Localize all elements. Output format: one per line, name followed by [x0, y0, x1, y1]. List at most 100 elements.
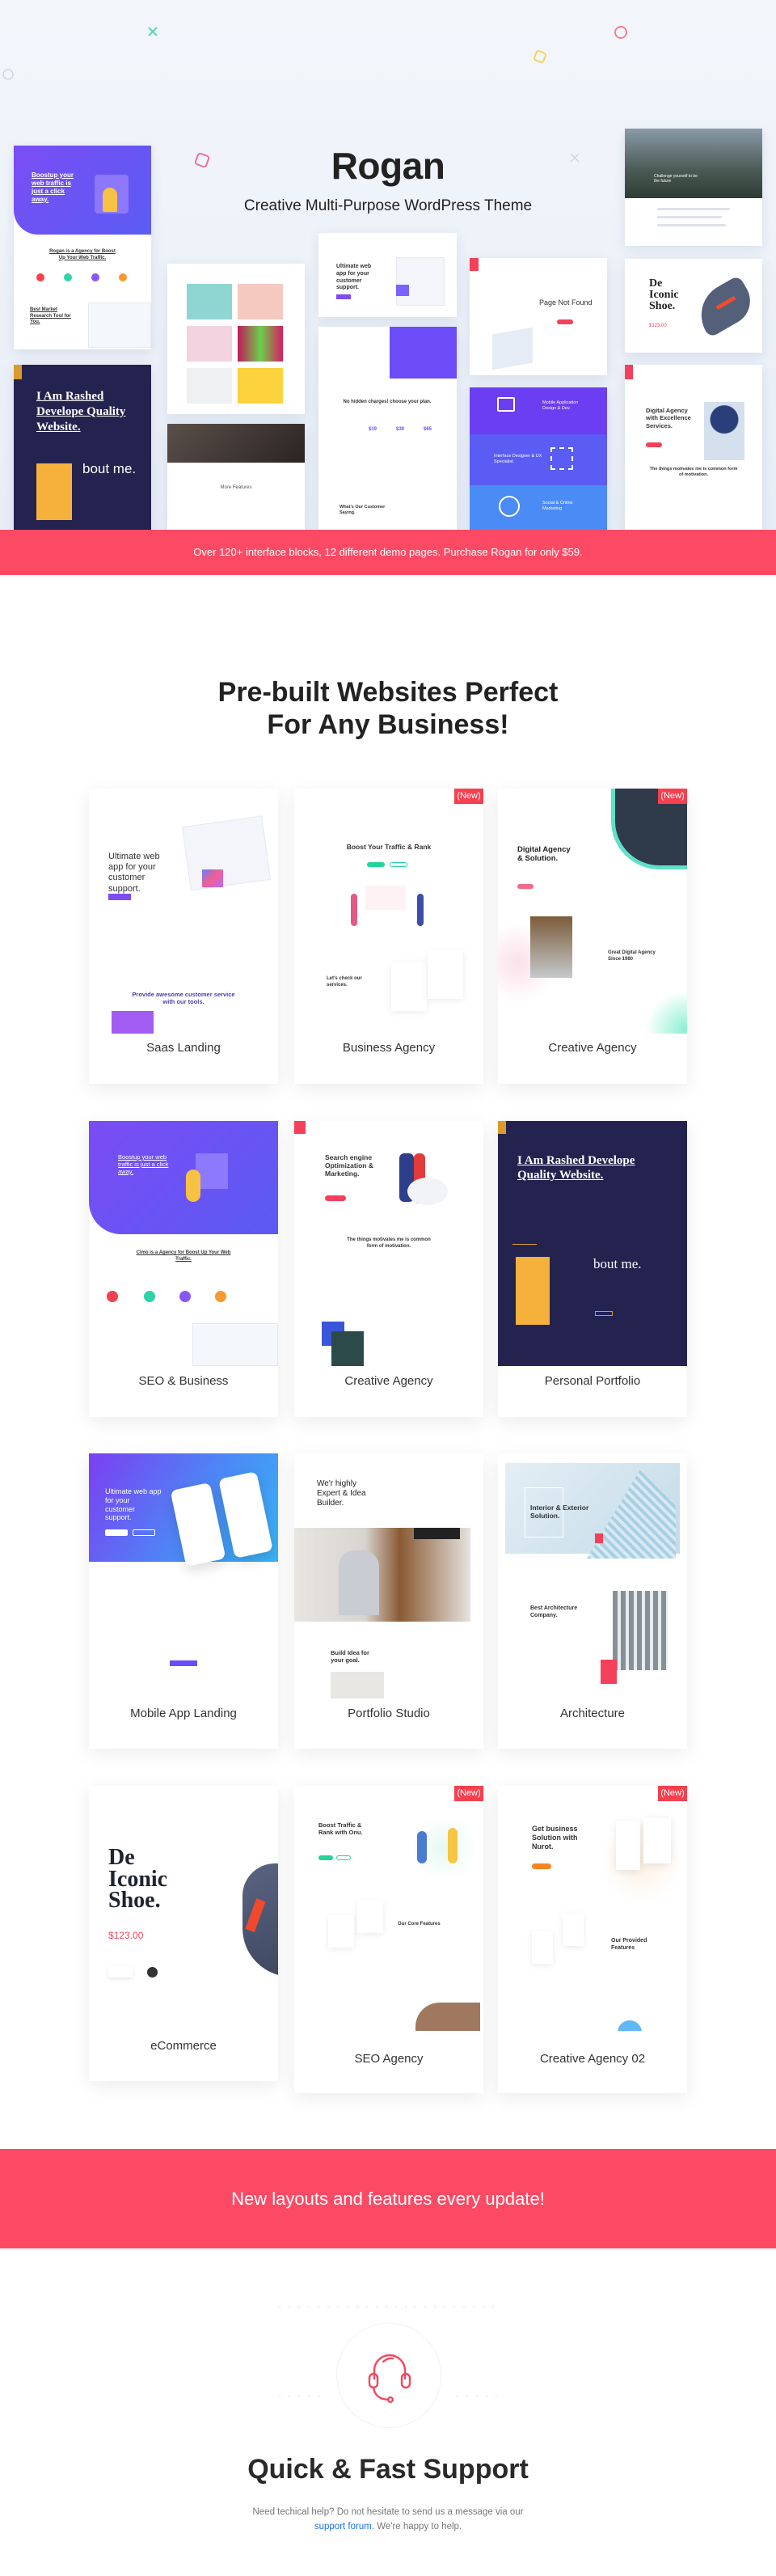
thumbnail-graphic: [112, 1011, 154, 1034]
section-title: Pre-built Websites Perfect For Any Busin…: [0, 676, 776, 741]
thumbnail-graphic: [391, 962, 427, 1011]
thumbnail-graphic: [325, 1195, 346, 1201]
thumbnail-graphic: [532, 1863, 551, 1869]
thumbnail-graphic: [318, 1855, 333, 1860]
thumbnail-graphic: [147, 1967, 158, 1977]
preview-gallery: [167, 264, 305, 414]
demo-label[interactable]: SEO & Business: [89, 1374, 278, 1388]
preview-seo-business: Boostup your web traffic is just a click…: [14, 146, 151, 349]
thumbnail-subheadline: bout me.: [593, 1256, 642, 1271]
thumbnail-graphic: [563, 1914, 584, 1946]
demo-thumbnail[interactable]: Digital Agency & Solution. Great Digital …: [498, 789, 687, 1034]
new-badge: (New): [658, 789, 687, 804]
thumbnail-headline: I Am Rashed Develope Quality Website.: [517, 1154, 635, 1182]
dots-decoration: [275, 2306, 501, 2307]
demo-thumbnail[interactable]: Boost Traffic & Rank with Onu. Our Core F…: [294, 1786, 483, 2031]
demo-thumbnail[interactable]: Interior & Exterior Solution. Best Archit…: [498, 1453, 687, 1698]
demo-card-personal-portfolio[interactable]: I Am Rashed Develope Quality Website. bou…: [498, 1121, 687, 1417]
new-badge: (New): [454, 1786, 483, 1801]
demo-label[interactable]: Mobile App Landing: [89, 1707, 278, 1720]
demo-label[interactable]: Portfolio Studio: [294, 1707, 483, 1720]
circle-decoration-icon: [614, 26, 627, 39]
demo-card-ecommerce[interactable]: De Iconic Shoe. $123.00 eCommerce: [89, 1786, 278, 2081]
demo-card-creative-agency[interactable]: Digital Agency & Solution. Great Digital …: [498, 789, 687, 1084]
thumbnail-graphic: [351, 894, 357, 926]
thumbnail-headline: Boost Your Traffic & Rank: [346, 843, 432, 851]
headset-icon: [368, 2354, 411, 2403]
demo-thumbnail[interactable]: Search engine Optimization & Marketing. T…: [294, 1121, 483, 1366]
thumbnail-graphic: [144, 1291, 155, 1302]
thumbnail-graphic: [181, 815, 272, 891]
thumbnail-graphic: [328, 1915, 354, 1948]
circle-decoration-icon: [2, 69, 14, 80]
thumbnail-graphic: [108, 894, 131, 900]
thumbnail-headline: Search engine Optimization & Marketing.: [325, 1153, 373, 1178]
thumbnail-graphic: [390, 862, 407, 867]
thumbnail-graphic: [192, 1323, 278, 1366]
thumbnail-headline: Boost Traffic & Rank with Onu.: [318, 1821, 363, 1836]
demo-thumbnail[interactable]: I Am Rashed Develope Quality Website. bou…: [498, 1121, 687, 1366]
demo-thumbnail[interactable]: Boostup your web traffic is just a click…: [89, 1121, 278, 1366]
thumbnail-subheadline: The things motivates me is common form o…: [347, 1237, 431, 1249]
demo-thumbnail[interactable]: De Iconic Shoe. $123.00: [89, 1786, 278, 2031]
thumbnail-graphic: [417, 1831, 427, 1863]
thumbnail-subheadline: Build Idea for your goal.: [331, 1649, 369, 1664]
demo-card-business-agency[interactable]: Boost Your Traffic & Rank Let's check our…: [294, 789, 483, 1084]
demo-card-seo-business[interactable]: Boostup your web traffic is just a click…: [89, 1121, 278, 1417]
preview-services: Mobile Application Design & Dev. Interfa…: [470, 387, 607, 530]
thumbnail-graphic: [512, 1244, 537, 1245]
thumbnail-graphic: [196, 1153, 228, 1189]
demo-card-mobile-app-landing[interactable]: Ultimate web app for your customer suppo…: [89, 1453, 278, 1749]
demo-thumbnail[interactable]: Get business Solution with Nurot. Our Pro…: [498, 1786, 687, 2031]
cross-decoration-icon: [148, 27, 158, 36]
thumbnail-subheadline: Our Core Features: [398, 1922, 441, 1927]
demo-card-creative-agency[interactable]: Search engine Optimization & Marketing. T…: [294, 1121, 483, 1417]
thumbnail-headline: We'r highly Expert & Idea Builder.: [317, 1479, 366, 1508]
thumbnail-graphic: [179, 1291, 191, 1302]
demo-label[interactable]: Saas Landing: [89, 1041, 278, 1055]
demo-thumbnail[interactable]: Ultimate web app for your customer suppo…: [89, 1453, 278, 1698]
demo-thumbnail[interactable]: Ultimate web app for your customer suppo…: [89, 789, 278, 1034]
thumbnail-graphic: [428, 950, 463, 999]
thumbnail-graphic: [331, 1331, 364, 1366]
demo-thumbnail[interactable]: We'r highly Expert & Idea Builder. Build …: [294, 1453, 483, 1698]
preview-pricing: No hidden charges! choose your plan. $19…: [318, 327, 457, 530]
thumbnail-graphic: [365, 886, 406, 910]
demo-card-saas-landing[interactable]: Ultimate web app for your customer suppo…: [89, 789, 278, 1084]
hero-section: Rogan Creative Multi-Purpose WordPress T…: [0, 0, 776, 530]
demo-label[interactable]: Creative Agency 02: [498, 2052, 687, 2066]
demo-label[interactable]: Creative Agency: [294, 1374, 483, 1388]
support-text: Need techical help? Do not hesitate to s…: [242, 2505, 534, 2534]
thumbnail-graphic: [639, 991, 687, 1034]
thumbnail-graphic: [498, 1121, 506, 1134]
thumbnail-graphic: [417, 894, 424, 926]
thumbnail-graphic: [414, 1528, 460, 1539]
thumbnail-graphic: [517, 884, 534, 889]
preview-saas: Ultimate web app for your customer suppo…: [318, 233, 457, 317]
thumbnail-subheadline: Provide awesome customer service with ou…: [132, 991, 235, 1006]
demo-thumbnail[interactable]: Boost Your Traffic & Rank Let's check our…: [294, 789, 483, 1034]
new-badge: (New): [658, 1786, 687, 1801]
thumbnail-graphic: [643, 1818, 671, 1863]
thumbnail-graphic: [186, 1170, 200, 1202]
thumbnail-headline: De Iconic Shoe.: [108, 1845, 168, 1914]
section-title-line2: For Any Business!: [267, 709, 509, 740]
thumbnail-subheadline: Cimo is a Agency for Boost Up Your Web T…: [136, 1250, 231, 1262]
demo-label[interactable]: Architecture: [498, 1707, 687, 1720]
thumbnail-headline: Boostup your web traffic is just a click…: [118, 1153, 169, 1175]
demo-card-seo-agency[interactable]: Boost Traffic & Rank with Onu. Our Core F…: [294, 1786, 483, 2093]
demo-label[interactable]: SEO Agency: [294, 2052, 483, 2066]
thumbnail-graphic: [415, 2003, 480, 2031]
demo-label[interactable]: Creative Agency: [498, 1041, 687, 1055]
preview-features: More Features: [167, 424, 305, 530]
demo-label[interactable]: Business Agency: [294, 1041, 483, 1055]
demo-card-architecture[interactable]: Interior & Exterior Solution. Best Archit…: [498, 1453, 687, 1749]
demo-card-portfolio-studio[interactable]: We'r highly Expert & Idea Builder. Build …: [294, 1453, 483, 1749]
demo-card-creative-agency-02[interactable]: Get business Solution with Nurot. Our Pro…: [498, 1786, 687, 2093]
new-badge: (New): [454, 789, 483, 804]
demo-label[interactable]: eCommerce: [89, 2039, 278, 2053]
thumbnail-graphic: [133, 1529, 155, 1536]
demo-label[interactable]: Personal Portfolio: [498, 1374, 687, 1388]
thumbnail-subheadline: Let's check our services.: [327, 976, 362, 988]
support-forum-link[interactable]: support forum: [314, 2522, 372, 2532]
